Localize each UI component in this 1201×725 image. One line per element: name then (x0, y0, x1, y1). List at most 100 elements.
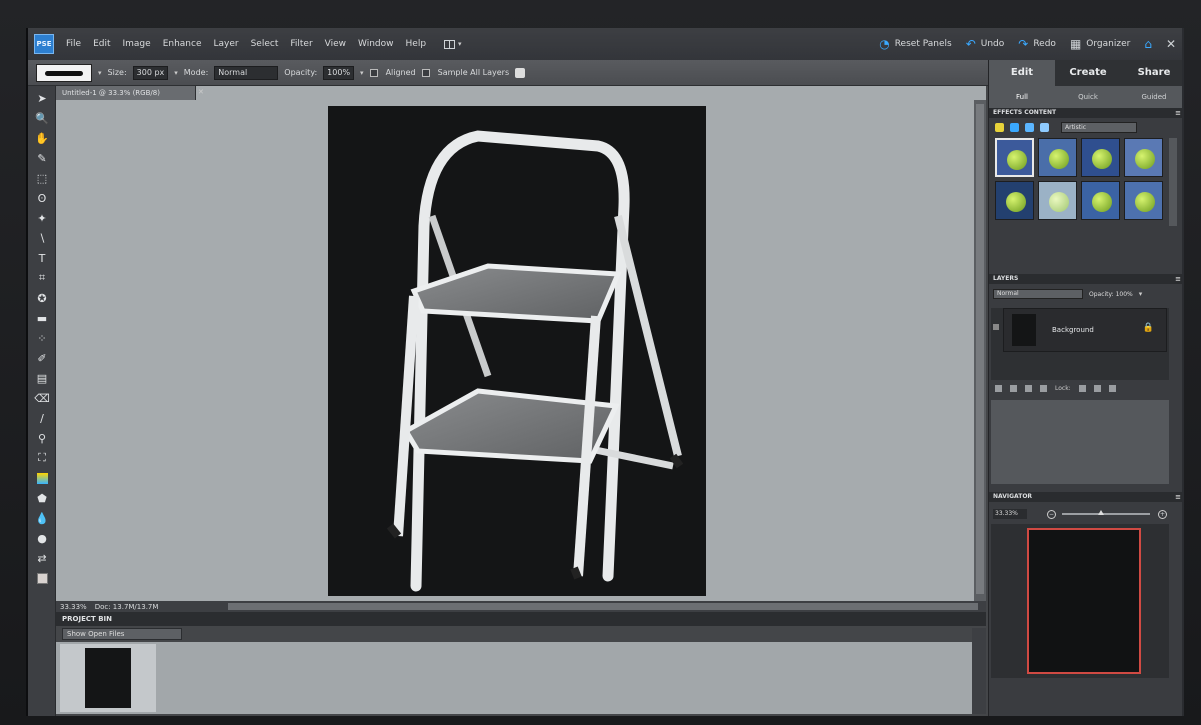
tab-edit[interactable]: Edit (989, 60, 1055, 86)
red-eye-tool-icon[interactable]: ⁘ (32, 330, 52, 346)
filters-icon[interactable] (995, 122, 1004, 132)
move-tool-icon[interactable]: ➤ (32, 90, 52, 106)
menu-help[interactable]: Help (406, 39, 427, 49)
clone-stamp-tool-icon[interactable]: ▤ (32, 370, 52, 386)
effect-thumbnail[interactable] (1038, 138, 1077, 177)
zoom-tool-icon[interactable]: 🔍 (32, 110, 52, 126)
tab-quick[interactable]: Quick (1055, 86, 1121, 108)
effect-thumbnail[interactable] (1124, 181, 1163, 220)
canvas-image[interactable] (328, 106, 706, 596)
visibility-icon[interactable] (993, 324, 999, 330)
delete-layer-icon[interactable] (1108, 384, 1116, 392)
marquee-tool-icon[interactable]: ⬚ (32, 170, 52, 186)
tab-create[interactable]: Create (1055, 60, 1121, 86)
brush-preset-picker[interactable] (36, 63, 92, 82)
swap-colors-icon[interactable]: ⇄ (32, 550, 52, 566)
sponge-tool-icon[interactable]: ● (32, 530, 52, 546)
menu-window[interactable]: Window (358, 39, 394, 49)
menu-file[interactable]: File (66, 39, 81, 49)
panel-menu-icon[interactable]: ≡ (1175, 108, 1181, 118)
reset-panels-button[interactable]: ◔ Reset Panels (879, 37, 951, 51)
new-group-icon[interactable] (1010, 384, 1017, 392)
zoom-in-icon[interactable]: + (1158, 509, 1167, 519)
zoom-slider[interactable] (1062, 510, 1150, 515)
clone-overlay-icon[interactable] (515, 67, 526, 78)
organizer-button[interactable]: ▦ Organizer (1070, 37, 1130, 51)
horizontal-scrollbar[interactable] (228, 603, 978, 610)
panel-menu-icon[interactable]: ≡ (1175, 274, 1181, 284)
zoom-status[interactable]: 33.33% (60, 603, 87, 611)
shape-tool-icon[interactable]: ⬟ (32, 490, 52, 506)
chevron-down-icon[interactable]: ▾ (1139, 290, 1143, 298)
lock-pixels-icon[interactable] (1078, 384, 1086, 392)
effect-thumbnail[interactable] (1038, 181, 1077, 220)
new-layer-icon[interactable] (995, 384, 1002, 392)
color-swatches[interactable] (32, 570, 52, 586)
lock-all-icon[interactable] (1093, 384, 1101, 392)
blur-tool-icon[interactable]: 💧 (32, 510, 52, 526)
effect-thumbnail[interactable] (995, 181, 1034, 220)
opacity-input[interactable]: 100% (323, 65, 355, 80)
paint-bucket-tool-icon[interactable]: ⛶ (32, 450, 52, 466)
navigator-view-box[interactable] (1027, 528, 1141, 674)
close-icon[interactable]: ✕ (198, 88, 206, 98)
blend-mode-select[interactable]: Normal (993, 289, 1083, 299)
menu-edit[interactable]: Edit (93, 39, 110, 49)
redo-button[interactable]: ↷ Redo (1018, 37, 1056, 51)
effects-scrollbar[interactable] (1169, 138, 1177, 226)
panel-menu-icon[interactable]: ≡ (1175, 492, 1181, 502)
bin-scrollbar[interactable] (972, 628, 986, 714)
brush-select-tool-icon[interactable]: ∖ (32, 230, 52, 246)
arrange-documents-button[interactable]: ▾ (444, 39, 462, 49)
effect-thumbnail[interactable] (1081, 181, 1120, 220)
effect-thumbnail[interactable] (995, 138, 1034, 177)
scrollbar-thumb[interactable] (976, 104, 984, 594)
brush-tool-icon[interactable]: ∕ (32, 410, 52, 426)
gradient-tool-icon[interactable] (32, 470, 52, 486)
eraser-tool-icon[interactable]: ⌫ (32, 390, 52, 406)
eyedropper-tool-icon[interactable]: ✎ (32, 150, 52, 166)
tab-full[interactable]: Full (989, 86, 1055, 108)
lasso-tool-icon[interactable]: ʘ (32, 190, 52, 206)
sample-all-checkbox[interactable] (421, 68, 430, 77)
healing-brush-tool-icon[interactable]: ✐ (32, 350, 52, 366)
menu-select[interactable]: Select (251, 39, 279, 49)
undo-button[interactable]: ↶ Undo (966, 37, 1005, 51)
document-canvas-area[interactable]: Untitled-1 @ 33.3% (RGB/8) ✕ (56, 86, 986, 601)
chevron-down-icon[interactable]: ▾ (174, 69, 178, 77)
tab-guided[interactable]: Guided (1121, 86, 1182, 108)
mode-select[interactable]: Normal (214, 65, 279, 80)
zoom-out-icon[interactable]: − (1047, 509, 1056, 519)
layer-row[interactable]: Background 🔒 (1003, 308, 1167, 352)
home-button[interactable]: ⌂ (1144, 37, 1152, 51)
zoom-slider-knob[interactable] (1098, 510, 1104, 515)
bin-files-select[interactable]: Show Open Files (62, 628, 182, 640)
menu-image[interactable]: Image (123, 39, 151, 49)
size-input[interactable]: 300 px (132, 65, 169, 80)
tab-share[interactable]: Share (1121, 60, 1182, 86)
quick-select-tool-icon[interactable]: ✦ (32, 210, 52, 226)
chevron-down-icon[interactable]: ▾ (98, 69, 102, 77)
effect-thumbnail[interactable] (1081, 138, 1120, 177)
photo-effects-icon[interactable] (1025, 122, 1034, 132)
navigator-zoom-value[interactable]: 33.33% (993, 509, 1027, 519)
layer-opacity[interactable]: Opacity: 100% (1089, 291, 1133, 298)
vertical-scrollbar[interactable] (974, 100, 986, 601)
straighten-tool-icon[interactable]: ▬ (32, 310, 52, 326)
layer-styles-icon[interactable] (1010, 122, 1019, 132)
effects-category-select[interactable]: Artistic (1061, 121, 1137, 133)
menu-layer[interactable]: Layer (214, 39, 239, 49)
menu-enhance[interactable]: Enhance (163, 39, 202, 49)
crop-tool-icon[interactable]: ⌗ (32, 270, 52, 286)
layers-scrollbar[interactable] (1171, 400, 1179, 484)
textures-icon[interactable] (1040, 122, 1049, 132)
type-tool-icon[interactable]: T (32, 250, 52, 266)
document-tab[interactable]: Untitled-1 @ 33.3% (RGB/8) (56, 86, 196, 100)
adjustment-layer-icon[interactable] (1025, 384, 1032, 392)
mask-icon[interactable] (1040, 384, 1047, 392)
hand-tool-icon[interactable]: ✋ (32, 130, 52, 146)
aligned-checkbox[interactable] (369, 68, 378, 77)
smart-brush-tool-icon[interactable]: ⚲ (32, 430, 52, 446)
bin-thumbnail[interactable] (60, 644, 156, 712)
close-icon[interactable]: ✕ (1166, 37, 1176, 51)
